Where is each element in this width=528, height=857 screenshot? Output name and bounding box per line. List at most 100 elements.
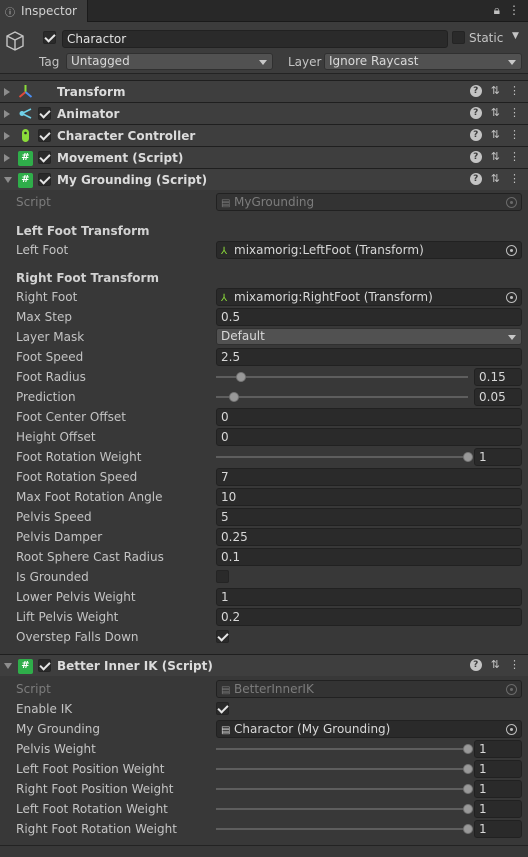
field-row-layer-mask: Layer Mask Default — [0, 327, 528, 347]
right-foot-rotation-weight-input[interactable]: 1 — [474, 820, 522, 838]
slider-handle[interactable] — [463, 452, 473, 462]
component-character-controller[interactable]: Character Controller ? ⇅ ⋮ — [0, 124, 528, 146]
component-movement[interactable]: # Movement (Script) ? ⇅ ⋮ — [0, 146, 528, 168]
pelvis-weight-input[interactable]: 1 — [474, 740, 522, 758]
left-foot-object-field[interactable]: ⅄ mixamorig:LeftFoot (Transform) — [216, 241, 522, 259]
right-foot-position-weight-slider[interactable] — [216, 784, 473, 794]
help-icon[interactable]: ? — [469, 129, 482, 141]
preset-icon[interactable]: ⇅ — [491, 658, 500, 671]
component-enabled-checkbox[interactable] — [38, 173, 51, 186]
preset-icon[interactable]: ⇅ — [491, 172, 500, 185]
lower-pelvis-weight-input[interactable]: 1 — [216, 588, 522, 606]
gameobject-name-input[interactable]: Charactor — [62, 30, 448, 48]
static-dropdown-icon[interactable]: ▼ — [512, 31, 519, 41]
foot-speed-input[interactable]: 2.5 — [216, 348, 522, 366]
field-row-is-grounded: Is Grounded — [0, 567, 528, 587]
component-my-grounding[interactable]: # My Grounding (Script) ? ⇅ ⋮ — [0, 168, 528, 190]
more-menu-icon[interactable]: ⋮ — [509, 84, 520, 97]
preset-icon[interactable]: ⇅ — [491, 106, 500, 119]
right-foot-rotation-weight-slider[interactable] — [216, 824, 473, 834]
script-object-field: ▤ BetterInnerIK — [216, 680, 522, 698]
my-grounding-object-field[interactable]: ▤ Charactor (My Grounding) — [216, 720, 522, 738]
component-enabled-checkbox[interactable] — [38, 659, 51, 672]
preset-icon[interactable]: ⇅ — [491, 128, 500, 141]
more-menu-icon[interactable]: ⋮ — [508, 3, 520, 18]
foldout-arrow-icon[interactable] — [4, 177, 12, 183]
lift-pelvis-weight-input[interactable]: 0.2 — [216, 608, 522, 626]
root-sphere-cast-radius-input[interactable]: 0.1 — [216, 548, 522, 566]
object-picker-icon — [506, 197, 517, 208]
help-icon[interactable]: ? — [469, 173, 482, 185]
more-menu-icon[interactable]: ⋮ — [509, 658, 520, 671]
pelvis-speed-input[interactable]: 5 — [216, 508, 522, 526]
preset-icon[interactable]: ⇅ — [491, 150, 500, 163]
static-checkbox[interactable] — [452, 31, 465, 44]
tag-dropdown[interactable]: Untagged — [66, 53, 273, 70]
slider-handle[interactable] — [236, 372, 247, 382]
foot-center-offset-input[interactable]: 0 — [216, 408, 522, 426]
more-menu-icon[interactable]: ⋮ — [509, 106, 520, 119]
overstep-falls-down-checkbox[interactable] — [216, 630, 229, 643]
component-tools: ? ⇅ ⋮ — [469, 106, 520, 119]
layer-dropdown[interactable]: Ignore Raycast — [324, 53, 522, 70]
component-enabled-checkbox[interactable] — [38, 129, 51, 142]
foldout-arrow-icon[interactable] — [4, 663, 12, 669]
foot-rotation-weight-input[interactable]: 1 — [474, 448, 522, 466]
slider-handle[interactable] — [463, 744, 473, 754]
slider-handle[interactable] — [228, 392, 239, 402]
max-step-input[interactable]: 0.5 — [216, 308, 522, 326]
max-foot-rotation-angle-input[interactable]: 10 — [216, 488, 522, 506]
foldout-arrow-icon[interactable] — [4, 110, 10, 118]
foot-rotation-speed-input[interactable]: 7 — [216, 468, 522, 486]
more-menu-icon[interactable]: ⋮ — [509, 128, 520, 141]
field-row-foot-center-offset: Foot Center Offset 0 — [0, 407, 528, 427]
left-foot-position-weight-input[interactable]: 1 — [474, 760, 522, 778]
right-foot-position-weight-input[interactable]: 1 — [474, 780, 522, 798]
lock-icon[interactable]: 🔒︎ — [494, 3, 500, 18]
pelvis-damper-input[interactable]: 0.25 — [216, 528, 522, 546]
foldout-arrow-icon[interactable] — [4, 88, 10, 96]
component-enabled-checkbox[interactable] — [38, 107, 51, 120]
foot-rotation-weight-slider[interactable] — [216, 452, 473, 462]
component-enabled-checkbox[interactable] — [38, 151, 51, 164]
help-icon[interactable]: ? — [469, 659, 482, 671]
component-animator[interactable]: Animator ? ⇅ ⋮ — [0, 102, 528, 124]
more-menu-icon[interactable]: ⋮ — [509, 172, 520, 185]
foldout-arrow-icon[interactable] — [4, 132, 10, 140]
foldout-arrow-icon[interactable] — [4, 154, 10, 162]
field-row-right-foot-rotation-weight: Right Foot Rotation Weight 1 — [0, 819, 528, 839]
foot-radius-slider[interactable] — [216, 372, 468, 382]
section-header-right-foot: Right Foot Transform — [16, 271, 159, 285]
help-icon[interactable]: ? — [469, 107, 482, 119]
gameobject-active-checkbox[interactable] — [43, 31, 56, 44]
object-picker-icon[interactable] — [506, 245, 517, 256]
help-icon[interactable]: ? — [469, 151, 482, 163]
enable-ik-checkbox[interactable] — [216, 702, 229, 715]
right-foot-object-field[interactable]: ⅄ mixamorig:RightFoot (Transform) — [216, 288, 522, 306]
help-icon[interactable]: ? — [469, 85, 482, 97]
more-menu-icon[interactable]: ⋮ — [509, 150, 520, 163]
height-offset-input[interactable]: 0 — [216, 428, 522, 446]
left-foot-rotation-weight-slider[interactable] — [216, 804, 473, 814]
slider-handle[interactable] — [463, 804, 473, 814]
tab-inspector[interactable]: ⓘ Inspector — [0, 0, 88, 22]
foot-radius-input[interactable]: 0.15 — [474, 368, 522, 386]
prediction-slider[interactable] — [216, 392, 468, 402]
prediction-input[interactable]: 0.05 — [474, 388, 522, 406]
is-grounded-checkbox[interactable] — [216, 570, 229, 583]
slider-handle[interactable] — [463, 764, 473, 774]
component-better-inner-ik[interactable]: # Better Inner IK (Script) ? ⇅ ⋮ — [0, 654, 528, 676]
field-row-foot-speed: Foot Speed 2.5 — [0, 347, 528, 367]
divider — [0, 845, 528, 846]
component-transform[interactable]: Transform ? ⇅ ⋮ — [0, 80, 528, 102]
left-foot-rotation-weight-input[interactable]: 1 — [474, 800, 522, 818]
left-foot-position-weight-slider[interactable] — [216, 764, 473, 774]
layer-mask-dropdown[interactable]: Default — [216, 328, 522, 345]
object-picker-icon[interactable] — [506, 724, 517, 735]
field-label: Foot Center Offset — [16, 410, 126, 424]
slider-handle[interactable] — [463, 784, 473, 794]
pelvis-weight-slider[interactable] — [216, 744, 473, 754]
object-picker-icon[interactable] — [506, 292, 517, 303]
slider-handle[interactable] — [463, 824, 473, 834]
preset-icon[interactable]: ⇅ — [491, 84, 500, 97]
